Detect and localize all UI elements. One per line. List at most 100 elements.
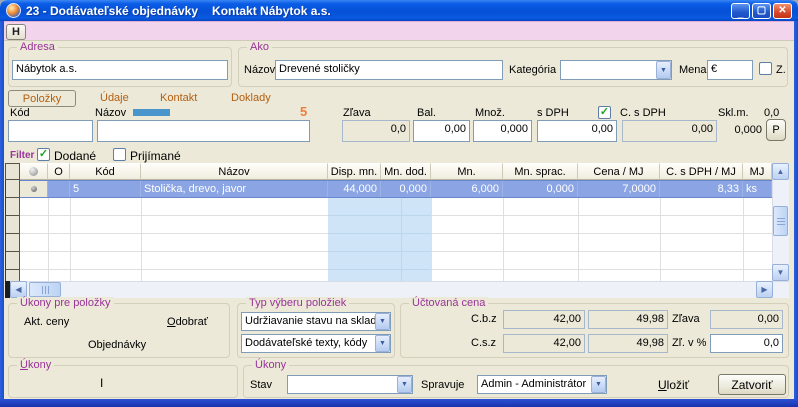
- csdph-field: 0,00: [622, 120, 717, 142]
- maximize-button[interactable]: ▢: [752, 3, 771, 19]
- scroll-left-button[interactable]: ◀: [10, 281, 27, 298]
- nazov-label: Názov: [244, 64, 275, 76]
- header-col-disp-mn[interactable]: Disp. mn.: [328, 163, 381, 180]
- close-button[interactable]: ✕: [773, 3, 792, 19]
- row-mj-cell: ks: [743, 181, 772, 197]
- mena-input[interactable]: €: [707, 60, 753, 80]
- window-border-left: [0, 21, 4, 407]
- row-mn-cell: 6,000: [431, 181, 503, 197]
- spravuje-combobox[interactable]: Admin - Administrátor: [477, 375, 607, 394]
- row-csdph-cell: 8,33: [660, 181, 743, 197]
- zlava-bottom-label: Zľava: [672, 313, 700, 325]
- adresa-input[interactable]: Nábytok a.s.: [12, 60, 228, 80]
- scroll-left-icon: ◀: [15, 286, 21, 294]
- table-row[interactable]: 5 Stolička, drevo, javor 44,000 0,000 6,…: [20, 180, 772, 198]
- item-count: 5: [300, 104, 307, 119]
- tab-doklady[interactable]: Doklady: [231, 92, 271, 104]
- minimize-button[interactable]: _: [731, 3, 750, 19]
- bal-label: Bal.: [417, 107, 436, 119]
- scroll-up-icon: ▲: [777, 168, 785, 176]
- stav-combobox[interactable]: [287, 375, 413, 394]
- nazov-entry-input[interactable]: [97, 120, 310, 142]
- zl-pct-field[interactable]: 0,0: [710, 334, 783, 353]
- vertical-scroll-thumb[interactable]: [773, 206, 788, 236]
- header-col-mn-dod[interactable]: Mn. dod.: [381, 163, 431, 180]
- scroll-down-icon: ▼: [777, 269, 785, 277]
- header-col-o[interactable]: O: [48, 163, 70, 180]
- nazov-entry-label: Názov: [95, 107, 126, 119]
- table-empty-highlight-band: [328, 198, 431, 281]
- h-button[interactable]: H: [6, 24, 26, 40]
- spravuje-dropdown-icon[interactable]: ▼: [591, 376, 606, 393]
- tab-polozky[interactable]: Položky: [8, 90, 76, 107]
- header-col-mn[interactable]: Mn.: [431, 163, 503, 180]
- csdph-label: C. s DPH: [620, 107, 666, 119]
- header-col-nazov[interactable]: Názov: [141, 163, 328, 180]
- table-header: O Kód Názov Disp. mn. Mn. dod. Mn. Mn. s…: [5, 163, 772, 180]
- scroll-right-icon: ▶: [761, 286, 767, 294]
- objednavky-button[interactable]: Objednávky: [88, 339, 146, 351]
- scroll-up-button[interactable]: ▲: [772, 163, 789, 180]
- window-border-right: [794, 21, 798, 407]
- ako-legend: Ako: [247, 41, 272, 53]
- tab-kontakt[interactable]: Kontakt: [160, 92, 197, 104]
- mnoz-field[interactable]: 0,000: [473, 120, 532, 142]
- scroll-right-button[interactable]: ▶: [756, 281, 773, 298]
- kategoria-dropdown-icon[interactable]: ▼: [656, 61, 671, 79]
- cbz-field-1: 42,00: [503, 310, 585, 329]
- odobrat-button[interactable]: Odobrať: [167, 316, 208, 328]
- typ-vyberu-combo-1[interactable]: Udržiavanie stavu na sklade: [241, 312, 391, 331]
- stav-dropdown-icon[interactable]: ▼: [397, 376, 412, 393]
- row-balloon-cell: [20, 181, 48, 197]
- row-kod-cell: 5: [70, 181, 141, 197]
- ulozit-button[interactable]: Uložiť: [658, 378, 689, 392]
- uctovana-cena-legend: Účtovaná cena: [409, 297, 488, 309]
- record-dot-icon: [31, 186, 37, 192]
- typ-vyberu-combo-2[interactable]: Dodávateľské texty, kódy: [241, 334, 391, 353]
- header-col-csdph-mj[interactable]: C. s DPH / MJ: [660, 163, 743, 180]
- cbz-field-2: 49,98: [588, 310, 668, 329]
- minimize-icon: _: [738, 9, 744, 19]
- window-title: 23 - Dodávateľské objednávkyKontakt Náby…: [26, 4, 731, 18]
- horizontal-scrollbar[interactable]: [5, 281, 789, 298]
- header-col-kod[interactable]: Kód: [70, 163, 141, 180]
- dodane-checkbox[interactable]: ✓: [37, 148, 50, 161]
- toolbar: H: [4, 21, 794, 41]
- z-label: Z.: [776, 64, 786, 76]
- prijimane-checkbox[interactable]: [113, 148, 126, 161]
- header-indicator-cell: [5, 163, 20, 180]
- header-col-cena-mj[interactable]: Cena / MJ: [578, 163, 660, 180]
- maximize-icon: ▢: [757, 6, 766, 16]
- header-col-mj[interactable]: MJ: [743, 163, 772, 180]
- typ-vyberu-legend: Typ výberu položiek: [246, 297, 349, 309]
- csz-label: C.s.z: [471, 337, 496, 349]
- row-cena-cell: 7,0000: [578, 181, 660, 197]
- nazov-input[interactable]: Drevené stoličky: [275, 60, 503, 80]
- tab-polozky-label: Položky: [23, 93, 62, 105]
- akt-ceny-button[interactable]: Akt. ceny: [24, 316, 69, 328]
- z-checkbox[interactable]: [759, 62, 772, 75]
- header-col-mn-sprac[interactable]: Mn. sprac.: [503, 163, 578, 180]
- kod-input[interactable]: [8, 120, 93, 142]
- mena-label: Mena: [679, 64, 707, 76]
- sdph-checkbox[interactable]: ✓: [598, 106, 611, 119]
- p-button[interactable]: P: [766, 119, 786, 141]
- dodane-label: Dodané: [54, 149, 96, 163]
- zlava-field: 0,0: [342, 120, 410, 142]
- row-disp-cell: 44,000: [328, 181, 381, 197]
- row-o-cell: [48, 181, 70, 197]
- bal-field[interactable]: 0,00: [413, 120, 470, 142]
- sdph-field[interactable]: 0,00: [537, 120, 617, 142]
- tab-udaje[interactable]: Údaje: [100, 92, 129, 104]
- mnoz-label: Množ.: [475, 107, 505, 119]
- horizontal-scroll-thumb[interactable]: [29, 282, 61, 297]
- table-empty-area: [20, 198, 772, 281]
- zl-pct-label: Zľ. v %: [672, 337, 706, 349]
- sklm-label: Skl.m.: [718, 107, 749, 119]
- typ-vyberu-combo-2-dropdown-icon[interactable]: ▼: [375, 335, 390, 352]
- window-border-bottom: [0, 399, 798, 407]
- header-balloon-cell[interactable]: [20, 163, 48, 180]
- scroll-down-button[interactable]: ▼: [772, 264, 789, 281]
- zatvorit-button[interactable]: Zatvoriť: [718, 374, 786, 395]
- typ-vyberu-combo-1-dropdown-icon[interactable]: ▼: [375, 313, 390, 330]
